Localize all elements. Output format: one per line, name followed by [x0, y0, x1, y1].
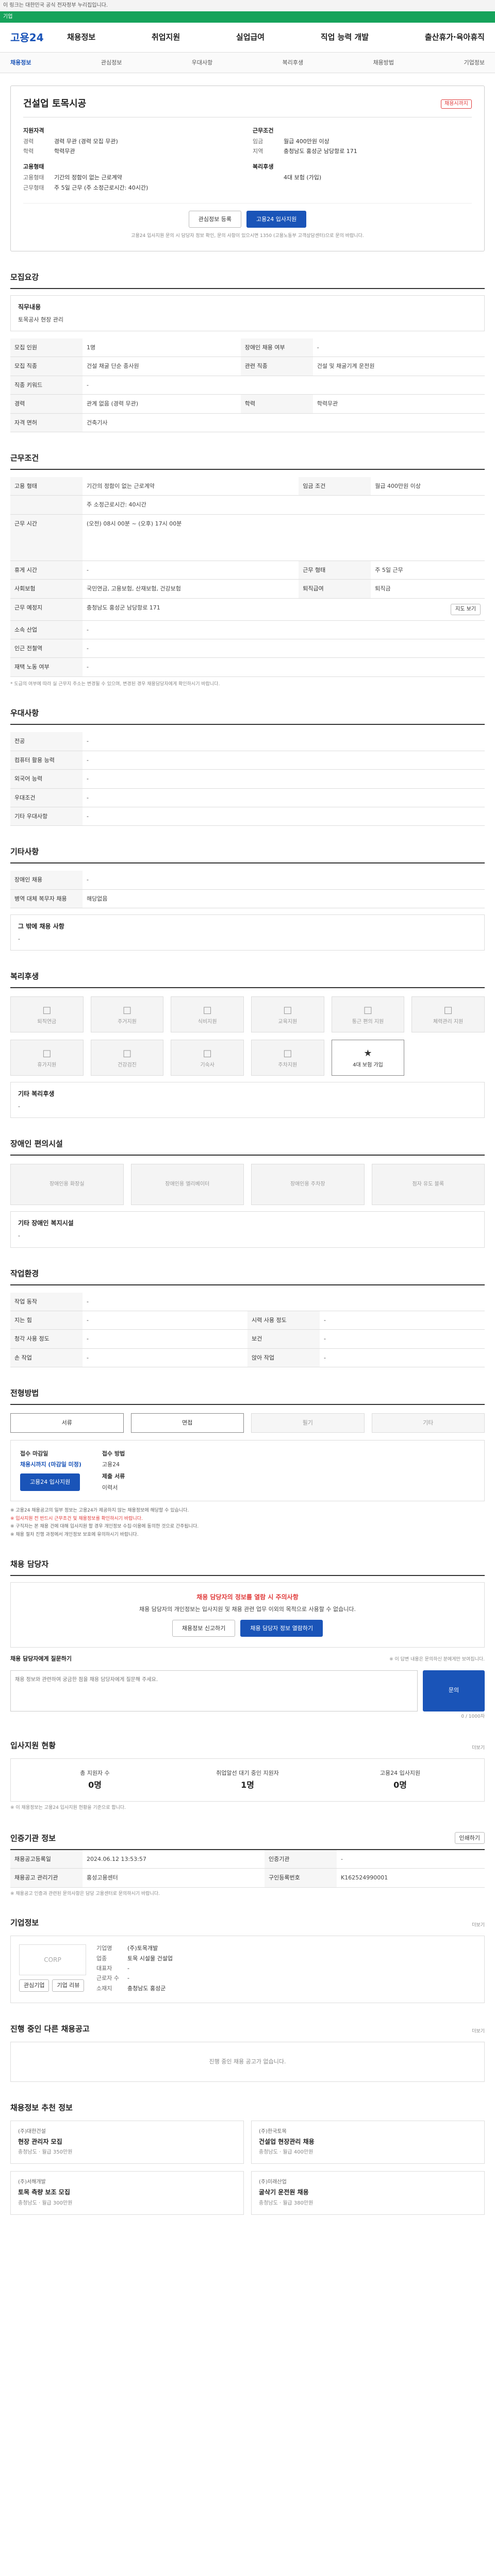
recommend-card[interactable]: (주)한국토목 건설업 현장관리 채용 충청남도 · 월급 400만원: [251, 2120, 485, 2164]
print-button[interactable]: 인쇄하기: [454, 1832, 485, 1844]
disability-item: 점자 유도 블록: [371, 1164, 485, 1206]
recommend-card[interactable]: (주)서해개발 토목 측량 보조 모집 충청남도 · 월급 300만원: [10, 2171, 244, 2215]
fav-company-button[interactable]: 관심기업: [19, 1979, 50, 1992]
report-button[interactable]: 채용정보 신고하기: [172, 1619, 236, 1637]
welfare-item: □ 통근 편의 지원: [331, 996, 405, 1033]
summary-note: 고용24 입사지원 문의 시 담당자 정보 확인, 문의 사항이 있으시면 13…: [131, 233, 364, 239]
tab-preference[interactable]: 우대사항: [192, 59, 212, 66]
recommend-card[interactable]: (주)미래산업 굴삭기 운전원 채용 충청남도 · 월급 380만원: [251, 2171, 485, 2215]
company-logo: CORP: [19, 1944, 86, 1976]
method-item: 서류: [10, 1413, 124, 1433]
summary-condition: 근무조건 임금 월급 400만원 이상 지역 충청남도 홍성군 남당항로 171: [253, 127, 357, 155]
section-welfare: 복리후생 □ 퇴직연금 □ 주거지원 □ 식비지원 □ 교육지원 □ 통근 편의 지원 □ 체력관리 …: [10, 971, 485, 1118]
welfare-item: ★ 4대 보험 가입: [331, 1040, 405, 1076]
favorite-button[interactable]: 관심정보 등록: [188, 210, 241, 228]
welfare-icon: □: [122, 1047, 131, 1059]
inquiry-input[interactable]: [10, 1670, 418, 1711]
recommend-card[interactable]: (주)대한건설 현장 관리자 모집 충청남도 · 월급 350만원: [10, 2120, 244, 2164]
gnb-item[interactable]: 직업 능력 개발: [321, 32, 369, 43]
topbar: 이 링크는 대한민국 공식 전자정부 누리집입니다.: [0, 0, 495, 11]
section-requirements: 모집요강 직무내용 토목공사 현장 관리 모집 인원 1명 장애인 채용 여부 - 모집…: [10, 272, 485, 433]
section-etc: 기타사항 장애인 채용 - 병역 대체 복무자 채용 해당없음 그 밖에 채용 사항…: [10, 846, 485, 951]
gnb-item[interactable]: 실업급여: [236, 32, 265, 43]
section-info: 인증기관 정보 인쇄하기 채용공고등록일 2024.06.12 13:53:57 인증…: [10, 1832, 485, 1897]
tab-method[interactable]: 채용방법: [373, 59, 394, 66]
gnb-item[interactable]: 출산휴가·육아휴직: [425, 32, 485, 43]
global-nav: 고용24 채용정보 취업지원 실업급여 직업 능력 개발 출산휴가·육아휴직: [0, 23, 495, 53]
welfare-icon: □: [42, 1047, 52, 1059]
welfare-icon: □: [122, 1004, 131, 1015]
tab-welfare[interactable]: 복리후생: [283, 59, 303, 66]
method-item: 면접: [130, 1413, 244, 1433]
apply-button[interactable]: 고용24 입사지원: [246, 210, 307, 228]
summary-welfare: 복리후생 4대 보험 (가입): [253, 163, 322, 181]
disability-item: 장애인용 화장실: [10, 1164, 124, 1206]
site-logo[interactable]: 고용24: [10, 30, 67, 45]
conditions-table: 고용 형태 기간의 정함이 없는 근로계약 임금 조건 월급 400만원 이상 주 소…: [10, 477, 485, 677]
job-description: 직무내용 토목공사 현장 관리: [10, 295, 485, 332]
section-tabs: 채용정보 관심정보 우대사항 복리후생 채용방법 기업정보: [0, 53, 495, 74]
section-contact: 채용 담당자 채용 담당자의 정보를 열람 시 주의사항 채용 담당자의 개인정…: [10, 1559, 485, 1720]
section-preference: 우대사항 전공 - 컴퓨터 활용 능력 - 외국어 능력 - 우대조건 - 기타 우대사…: [10, 708, 485, 826]
inquiry-submit-button[interactable]: 문의: [423, 1670, 485, 1711]
method-item: 기타: [371, 1413, 485, 1433]
job-title: 건설업 토목시공: [23, 98, 87, 110]
welfare-icon: □: [42, 1004, 52, 1015]
welfare-icon: □: [203, 1004, 212, 1015]
more-link[interactable]: 더보기: [472, 1745, 485, 1752]
summary-qualification: 지원자격 경력 경력 무관 (경력 모집 무관) 학력 학력무관: [23, 127, 118, 155]
section-disability: 장애인 편의시설 장애인용 화장실 장애인용 엘리베이터 장애인용 주차장 점자…: [10, 1139, 485, 1248]
deadline-badge: 채용시까지: [441, 99, 472, 109]
map-button[interactable]: 지도 보기: [451, 603, 481, 615]
view-contact-button[interactable]: 채용 담당자 정보 열람하기: [240, 1619, 323, 1637]
requirements-table: 모집 인원 1명 장애인 채용 여부 - 모집 직종 건설 채굴 단순 종사원 관련 직종…: [10, 338, 485, 433]
section-work-env: 작업환경 작업 동작 - 지는 힘 - 시력 사용 정도 - 청각 사용 정도 - 보건 - …: [10, 1268, 485, 1368]
tab-company[interactable]: 기업정보: [464, 59, 484, 66]
section-recommend: 채용정보 추천 정보 (주)대한건설 현장 관리자 모집 충청남도 · 월급 350…: [10, 2103, 485, 2215]
method-item: 필기: [251, 1413, 365, 1433]
welfare-icon: □: [203, 1047, 212, 1059]
disability-item: 장애인용 주차장: [251, 1164, 365, 1206]
welfare-item: □ 퇴직연금: [10, 996, 84, 1033]
section-method: 전형방법 서류 면접 필기 기타 접수 마감일 채용시까지 (마감일 미정) 고용24 …: [10, 1388, 485, 1538]
section-other-jobs: 진행 중인 다른 채용공고 더보기 진행 중인 채용 공고가 없습니다.: [10, 2024, 485, 2082]
disability-item: 장애인용 엘리베이터: [130, 1164, 244, 1206]
apply-button-2[interactable]: 고용24 입사지원: [20, 1473, 80, 1491]
summary-employment: 고용형태 고용형태 기간의 정함이 없는 근로계약 근무형태 주 5일 근무 (주 …: [23, 163, 148, 191]
review-button[interactable]: 기업 리뷰: [52, 1979, 85, 1992]
welfare-item: □ 식비지원: [171, 996, 244, 1033]
tab-interest[interactable]: 관심정보: [101, 59, 122, 66]
welfare-item: □ 주거지원: [90, 996, 164, 1033]
welfare-icon: ★: [364, 1047, 372, 1059]
section-conditions: 근무조건 고용 형태 기간의 정함이 없는 근로계약 임금 조건 월급 400만원 이…: [10, 453, 485, 687]
welfare-item: □ 교육지원: [251, 996, 324, 1033]
gnb-item[interactable]: 채용정보: [67, 32, 95, 43]
welfare-icon: □: [283, 1047, 292, 1059]
section-company: 기업정보 더보기 CORP 관심기업 기업 리뷰 기업명 (주)토목개발 업종 토목 …: [10, 1918, 485, 2004]
welfare-item: □ 주차지원: [251, 1040, 324, 1076]
welfare-item: □ 건강검진: [90, 1040, 164, 1076]
welfare-icon: □: [363, 1004, 372, 1015]
more-link[interactable]: 더보기: [472, 2028, 485, 2035]
gnb-menu: 채용정보 취업지원 실업급여 직업 능력 개발 출산휴가·육아휴직: [67, 32, 485, 43]
more-link[interactable]: 더보기: [472, 1922, 485, 1929]
brand-bar: 기업: [0, 11, 495, 23]
welfare-icon: □: [283, 1004, 292, 1015]
welfare-icon: □: [443, 1004, 453, 1015]
welfare-item: □ 휴가지원: [10, 1040, 84, 1076]
gnb-item[interactable]: 취업지원: [152, 32, 180, 43]
job-summary-card: 건설업 토목시공 채용시까지 지원자격 경력 경력 무관 (경력 모집 무관) 학…: [10, 86, 485, 251]
tab-recruit[interactable]: 채용정보: [10, 59, 31, 66]
welfare-item: □ 기숙사: [171, 1040, 244, 1076]
section-status: 입사지원 현황 더보기 총 지원자 수 0명 취업알선 대기 중인 지원자 1명 고용…: [10, 1741, 485, 1810]
welfare-item: □ 체력관리 지원: [411, 996, 485, 1033]
